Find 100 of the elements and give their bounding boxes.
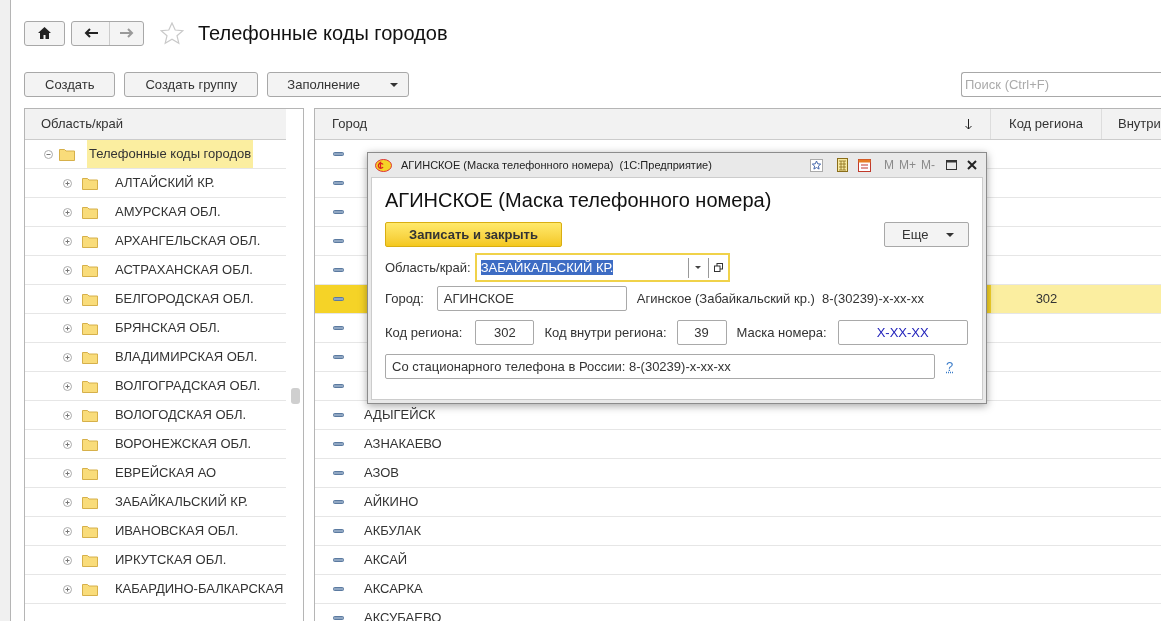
table-row[interactable]: АКСАЙ [315, 546, 1161, 575]
expand-icon[interactable] [63, 294, 72, 304]
tree-item[interactable]: ИРКУТСКАЯ ОБЛ. [115, 550, 227, 570]
field-label: Код внутри региона: [544, 323, 667, 342]
item-icon [333, 587, 344, 591]
more-button[interactable]: Еще [884, 222, 969, 247]
expand-icon[interactable] [63, 178, 72, 188]
calculator-icon[interactable] [837, 158, 848, 172]
item-icon [333, 616, 344, 620]
star-icon[interactable] [810, 158, 823, 172]
item-icon [333, 558, 344, 562]
tree-item[interactable]: БРЯНСКАЯ ОБЛ. [115, 318, 221, 338]
item-icon [333, 268, 344, 272]
expand-icon[interactable] [63, 236, 72, 246]
tree-item[interactable]: ВОРОНЕЖСКАЯ ОБЛ. [115, 434, 252, 454]
folder-icon [82, 553, 98, 567]
dialog-title: АГИНСКОЕ (Маска телефонного номера) (1С:Предприятие) [401, 157, 712, 173]
table-cell-text: АКСАРКА [364, 580, 423, 599]
city-field[interactable]: АГИНСКОЕ [436, 286, 627, 311]
tree-item[interactable]: Телефонные коды городов [87, 140, 254, 168]
tree-item[interactable]: КАБАРДИНО-БАЛКАРСКАЯ [115, 579, 284, 599]
item-icon [333, 384, 344, 388]
item-icon [333, 297, 344, 301]
column-header[interactable]: Город [315, 109, 991, 139]
caret-icon[interactable] [695, 266, 702, 269]
expand-icon[interactable] [63, 439, 72, 449]
tree-item[interactable]: ЕВРЕЙСКАЯ АО [115, 463, 217, 483]
expand-icon[interactable] [63, 265, 72, 275]
table-row[interactable]: АЗОВ [315, 459, 1161, 488]
inner-code-field[interactable]: 39 [676, 320, 727, 345]
expand-icon[interactable] [63, 497, 72, 507]
region-field[interactable]: ЗАБАЙКАЛЬСКИЙ КР. [474, 253, 730, 282]
expand-icon[interactable] [63, 468, 72, 478]
caret-icon [946, 232, 955, 237]
item-icon [333, 471, 344, 475]
expand-icon[interactable] [63, 410, 72, 420]
tree-item[interactable]: ВОЛГОГРАДСКАЯ ОБЛ. [115, 376, 261, 396]
item-icon [333, 210, 344, 214]
tree-item[interactable]: АМУРСКАЯ ОБЛ. [115, 202, 221, 222]
toolbar-button[interactable]: Создать группу [124, 72, 259, 97]
item-icon [333, 326, 344, 330]
expand-icon[interactable] [63, 323, 72, 333]
app-logo-icon [375, 158, 392, 172]
item-icon [333, 152, 344, 156]
tree-item[interactable]: АРХАНГЕЛЬСКАЯ ОБЛ. [115, 231, 261, 251]
tree-item[interactable]: ВЛАДИМИРСКАЯ ОБЛ. [115, 347, 258, 367]
star-icon[interactable] [160, 21, 184, 45]
column-header[interactable]: Внутри [1102, 109, 1161, 139]
tree-item[interactable]: АСТРАХАНСКАЯ ОБЛ. [115, 260, 253, 280]
field-label: Маска номера: [736, 323, 827, 342]
expand-icon[interactable] [63, 381, 72, 391]
home-icon [38, 27, 51, 39]
folder-icon [82, 234, 98, 248]
expand-icon[interactable] [63, 584, 72, 594]
close-icon[interactable] [967, 160, 977, 170]
region-code-field[interactable]: 302 [475, 320, 535, 345]
description-field[interactable]: Со стационарного телефона в России: 8-(30239)-х-хх-хх [385, 354, 935, 379]
mask-field[interactable]: Х-ХХ-ХХ [837, 320, 968, 345]
tree-item[interactable]: ВОЛОГОДСКАЯ ОБЛ. [115, 405, 247, 425]
table-row[interactable]: АЙКИНО [315, 488, 1161, 517]
folder-icon [82, 582, 98, 596]
search-field[interactable]: Поиск (Ctrl+F) [961, 72, 1161, 97]
expand-icon[interactable] [63, 207, 72, 217]
sort-arrow-icon [965, 118, 972, 130]
expand-icon[interactable] [63, 555, 72, 565]
column-header[interactable]: Код региона [991, 109, 1102, 139]
tree-item[interactable]: БЕЛГОРОДСКАЯ ОБЛ. [115, 289, 254, 309]
folder-icon [82, 524, 98, 538]
caret-icon [390, 82, 399, 87]
scrollbar-thumb[interactable] [291, 388, 300, 404]
table-cell-text: АКБУЛАК [364, 522, 422, 541]
collapse-icon[interactable] [44, 149, 53, 159]
tree-item[interactable]: ЗАБАЙКАЛЬСКИЙ КР. [115, 492, 248, 512]
folder-icon [82, 408, 98, 422]
table-row[interactable]: АКБУЛАК [315, 517, 1161, 546]
expand-icon[interactable] [63, 352, 72, 362]
calendar-icon[interactable] [858, 158, 871, 172]
table-row[interactable]: АЗНАКАЕВО [315, 430, 1161, 459]
open-icon[interactable] [713, 263, 723, 272]
table-row[interactable]: АКСАРКА [315, 575, 1161, 604]
tree-item[interactable]: АЛТАЙСКИЙ КР. [115, 173, 215, 193]
folder-icon [82, 321, 98, 335]
save-and-close-button[interactable]: Записать и закрыть [385, 222, 562, 247]
maximize-icon[interactable] [946, 160, 957, 170]
table-cell-text: АЙКИНО [364, 493, 419, 512]
item-icon [333, 355, 344, 359]
tree-item[interactable]: ИВАНОВСКАЯ ОБЛ. [115, 521, 239, 541]
item-icon [333, 413, 344, 417]
folder-icon [82, 292, 98, 306]
item-icon [333, 500, 344, 504]
city-info: Агинское (Забайкальский кр.) 8-(30239)-х-хх-хх [636, 289, 924, 308]
home-button[interactable] [24, 20, 65, 46]
expand-icon[interactable] [63, 526, 72, 536]
left-arrow-icon [83, 28, 98, 38]
toolbar-button[interactable]: Создать [24, 72, 116, 97]
help-link[interactable]: ? [946, 356, 954, 377]
table-cell-text: АЗОВ [364, 464, 399, 483]
dropdown-button[interactable]: Заполнение [267, 72, 410, 97]
table-cell-text: АЗНАКАЕВО [364, 435, 442, 454]
field-label: Город: [385, 289, 424, 308]
